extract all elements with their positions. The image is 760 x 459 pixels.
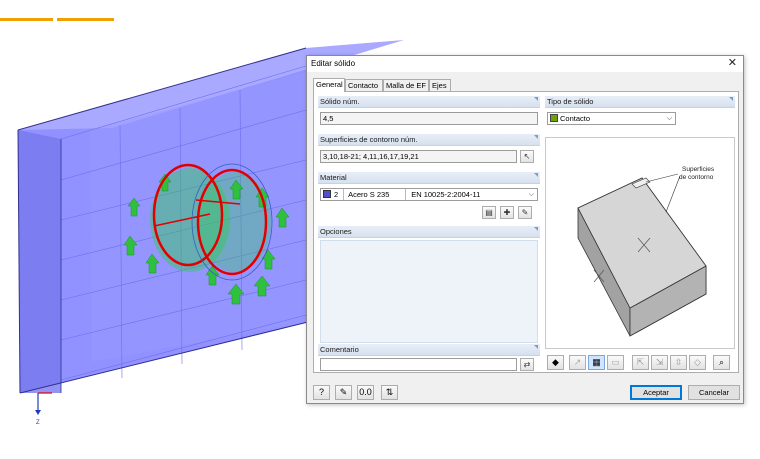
- comment-input[interactable]: [320, 358, 517, 371]
- boundary-surfaces-label: Superficies de contorno núm.: [318, 134, 540, 146]
- pick-icon[interactable]: ⇅: [381, 385, 398, 400]
- toolbar-indicator-bar: [57, 18, 114, 21]
- boundary-surfaces-field[interactable]: 3,10,18-21; 4,11,16,17,19,21: [320, 150, 517, 163]
- tab-malla-ef[interactable]: Malla de EF: [383, 79, 429, 91]
- solid-type-select[interactable]: Contacto ⌵: [547, 112, 676, 125]
- help-icon[interactable]: ?: [313, 385, 330, 400]
- edit-icon[interactable]: ✎: [335, 385, 352, 400]
- solid-type-value: Contacto: [560, 114, 591, 123]
- cancel-button[interactable]: Cancelar: [688, 385, 740, 400]
- material-select[interactable]: 2 Acero S 235 EN 10025-2:2004-11 ⌵: [320, 188, 538, 201]
- preview-annotation-line2: de contorno: [679, 174, 714, 181]
- accept-button[interactable]: Aceptar: [630, 385, 682, 400]
- toolbar-indicator-bar: [0, 18, 53, 21]
- solid-number-field[interactable]: 4,5: [320, 112, 538, 125]
- new-material-icon[interactable]: ✚: [500, 206, 514, 219]
- contact-solid-illustration: Superficies de contorno: [577, 166, 715, 337]
- solid-number-label: Sólido núm.: [318, 96, 540, 108]
- dialog-titlebar: Editar sólido ✕: [307, 56, 743, 72]
- solid-side-face: [18, 130, 61, 393]
- tab-general[interactable]: General: [313, 78, 345, 92]
- comment-label: Comentario: [318, 344, 540, 356]
- view-z-icon[interactable]: ⇳: [670, 355, 687, 370]
- units-icon[interactable]: 0.0: [357, 385, 374, 400]
- chevron-down-icon[interactable]: ⌵: [667, 113, 672, 124]
- solid-type-color-swatch: [550, 114, 558, 122]
- view-y-icon[interactable]: ⇲: [651, 355, 668, 370]
- material-label: Material: [318, 172, 540, 184]
- material-name: Acero S 235: [346, 189, 407, 200]
- edit-material-icon[interactable]: ✎: [518, 206, 532, 219]
- material-number: 2: [334, 189, 344, 200]
- options-label: Opciones: [318, 226, 540, 238]
- view-iso-icon[interactable]: ◇: [689, 355, 706, 370]
- solid-preview-image: Superficies de contorno: [545, 137, 735, 349]
- close-icon[interactable]: ✕: [728, 57, 737, 69]
- view-3d-icon[interactable]: ◆: [547, 355, 564, 370]
- edit-solid-dialog: Editar sólido ✕ General Contacto Malla d…: [306, 55, 744, 404]
- pick-surfaces-icon[interactable]: ↖: [520, 150, 534, 163]
- material-color-swatch: [323, 190, 331, 198]
- view-wire-icon[interactable]: ▭: [607, 355, 624, 370]
- options-panel: [320, 240, 538, 343]
- solid-type-label: Tipo de sólido: [545, 96, 735, 108]
- tab-general-content: Sólido núm. 4,5 Tipo de sólido Contacto …: [313, 91, 739, 373]
- dialog-title: Editar sólido: [311, 59, 356, 68]
- chevron-down-icon[interactable]: ⌵: [529, 189, 534, 200]
- tab-ejes[interactable]: Ejes: [429, 79, 451, 91]
- view-x-icon[interactable]: ⇱: [632, 355, 649, 370]
- material-library-icon[interactable]: ▤: [482, 206, 496, 219]
- view-axes-icon[interactable]: ↗: [569, 355, 586, 370]
- material-norm: EN 10025-2:2004-11: [411, 190, 481, 199]
- z-axis-label: Z: [36, 420, 40, 426]
- preview-annotation-line1: Superficies: [682, 166, 715, 173]
- view-render-icon[interactable]: ▦: [588, 355, 605, 370]
- comment-library-icon[interactable]: ⇄: [520, 358, 534, 371]
- zoom-icon[interactable]: ⌕: [713, 355, 730, 370]
- tab-contacto[interactable]: Contacto: [345, 79, 383, 91]
